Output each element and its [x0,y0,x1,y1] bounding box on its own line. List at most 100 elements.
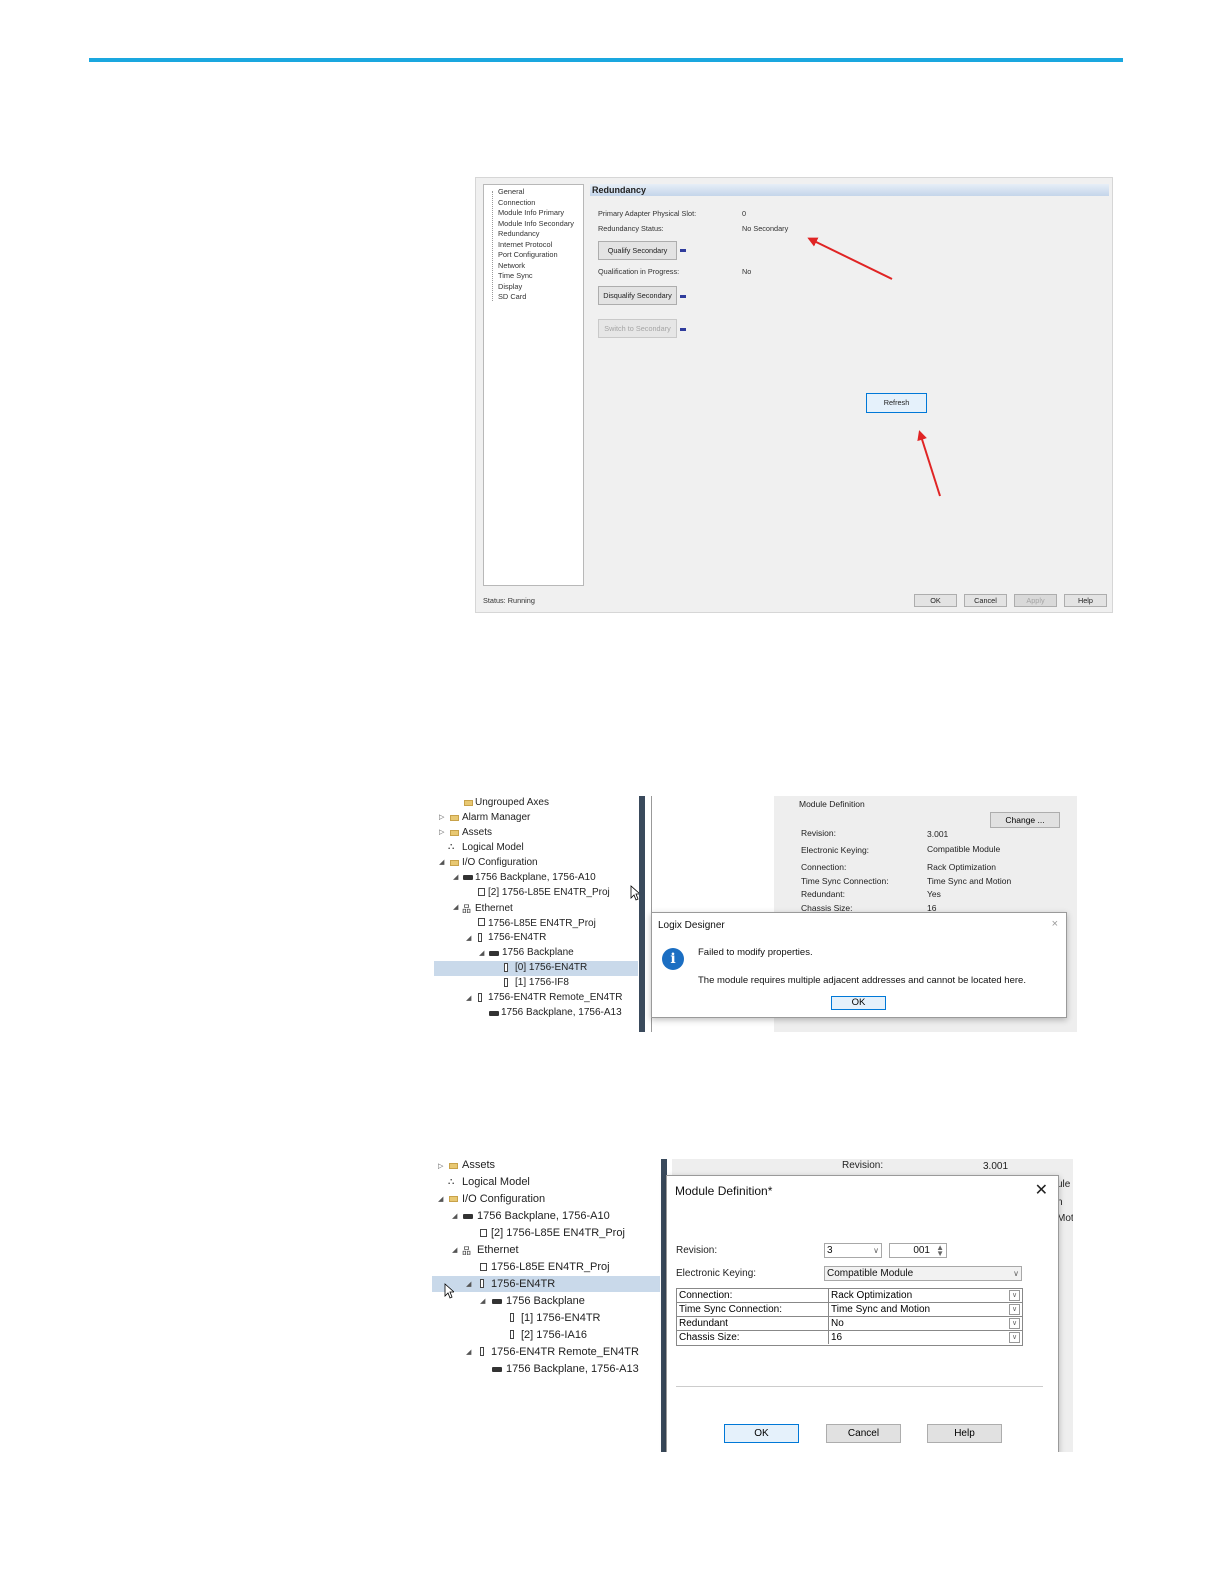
tree-assets[interactable]: Assets [462,827,492,838]
tree-backplane2[interactable]: 1756 Backplane [506,1295,585,1307]
module-definition-dialog: Module Definition* ✕ Revision: 3 ∨ 001 ▲… [666,1175,1059,1452]
ok-button[interactable]: OK [914,594,957,607]
tree-en4tr[interactable]: 1756-EN4TR [491,1278,555,1290]
collapse-arrow-icon[interactable]: ◢ [452,1246,457,1254]
grid-key: Connection: [679,1290,733,1301]
module-definition-title: Module Definition [799,799,865,809]
bg-fragment-3: Moti [1057,1213,1073,1224]
tree-remote-backplane[interactable]: 1756 Backplane, 1756-A13 [501,1007,622,1018]
collapse-arrow-icon[interactable]: ◢ [453,903,458,911]
collapse-arrow-icon[interactable]: ◢ [466,1280,471,1288]
tree-backplane[interactable]: 1756 Backplane, 1756-A10 [477,1210,610,1222]
tree-ungrouped-axes[interactable]: Ungrouped Axes [475,797,549,808]
collapse-arrow-icon[interactable]: ◢ [439,858,444,866]
logical-model-icon: ⛬ [448,841,455,851]
dialog-divider [676,1386,1043,1387]
close-icon[interactable]: × [1052,918,1058,930]
tree-io-configuration[interactable]: I/O Configuration [462,1193,545,1205]
connection-value: Rack Optimization [927,862,996,872]
header-accent-rule [89,58,1123,62]
tree-logical-model[interactable]: Logical Model [462,842,524,853]
tree-remote-backplane[interactable]: 1756 Backplane, 1756-A13 [506,1363,639,1375]
spinner-arrows-icon[interactable]: ▲ ▼ [936,1244,944,1258]
folder-icon [450,860,459,866]
tree-remote[interactable]: 1756-EN4TR Remote_EN4TR [488,992,623,1003]
cancel-button[interactable]: Cancel [964,594,1007,607]
controller-icon [478,888,485,896]
folder-icon [450,830,459,836]
collapse-arrow-icon[interactable]: ◢ [480,1297,485,1305]
expand-arrow-icon[interactable]: ▷ [438,1162,443,1170]
timesync-value: Time Sync and Motion [927,876,1012,886]
tree-ethernet[interactable]: Ethernet [477,1244,519,1256]
chevron-down-icon[interactable]: ∨ [1009,1290,1020,1301]
tree-slot2[interactable]: [2] 1756-IA16 [521,1329,587,1341]
collapse-arrow-icon[interactable]: ◢ [479,949,484,957]
expand-arrow-icon[interactable]: ▷ [439,828,444,836]
collapse-arrow-icon[interactable]: ◢ [452,1212,457,1220]
module-icon [478,993,482,1002]
bg-revision-label: Revision: [842,1160,884,1171]
folder-icon [464,800,473,806]
collapse-arrow-icon[interactable]: ◢ [453,873,458,881]
tree-alarm-manager[interactable]: Alarm Manager [462,812,530,823]
module-definition-screenshot: ▷ Assets ⛬ Logical Model ◢ I/O Configura… [432,1159,1073,1452]
change-button[interactable]: Change ... [990,812,1060,828]
revision-minor-spinner[interactable]: 001 ▲ ▼ [889,1243,947,1258]
revision-major-select[interactable]: 3 ∨ [824,1243,882,1258]
close-icon[interactable]: ✕ [1035,1180,1048,1200]
grid-value[interactable]: No [828,1317,1011,1330]
controller-icon [480,1229,487,1237]
revision-label: Revision: [801,828,836,838]
bg-revision-value: 3.001 [983,1161,1009,1172]
ok-button[interactable]: OK [724,1424,799,1443]
collapse-arrow-icon[interactable]: ◢ [466,1348,471,1356]
grid-value[interactable]: Rack Optimization [828,1289,1011,1302]
grid-value[interactable]: Time Sync and Motion [828,1303,1011,1316]
backplane-icon [492,1299,502,1304]
folder-icon [449,1196,458,1202]
redundant-value: Yes [927,889,941,899]
keying-select[interactable]: Compatible Module ∨ [824,1266,1022,1281]
tree-remote[interactable]: 1756-EN4TR Remote_EN4TR [491,1346,639,1358]
tree-ethernet[interactable]: Ethernet [475,903,513,914]
ethernet-icon: 品 [462,1246,472,1256]
tree-controller-slot[interactable]: [2] 1756-L85E EN4TR_Proj [491,1227,625,1239]
dialog-ok-button[interactable]: OK [831,996,886,1010]
tree-slot1[interactable]: [1] 1756-IF8 [515,977,569,988]
collapse-arrow-icon[interactable]: ◢ [466,934,471,942]
tree-controller-slot[interactable]: [2] 1756-L85E EN4TR_Proj [488,887,610,898]
tree-backplane[interactable]: 1756 Backplane, 1756-A10 [475,872,596,883]
status-text: Status: Running [483,596,535,605]
help-button[interactable]: Help [927,1424,1002,1443]
chevron-down-icon[interactable]: ∨ [1009,1332,1020,1343]
tree-backplane2[interactable]: 1756 Backplane [502,947,574,958]
tree-controller-eth[interactable]: 1756-L85E EN4TR_Proj [488,918,596,929]
tree-controller-eth[interactable]: 1756-L85E EN4TR_Proj [491,1261,610,1273]
status-callout-arrow [807,237,893,280]
tree-assets[interactable]: Assets [462,1159,495,1171]
callout-arrows [807,237,941,497]
revision-minor-value: 001 [913,1245,930,1256]
chevron-down-icon[interactable]: ∨ [1009,1304,1020,1315]
collapse-arrow-icon[interactable]: ◢ [466,994,471,1002]
collapse-arrow-icon[interactable]: ◢ [438,1195,443,1203]
mouse-cursor-icon [444,1283,454,1299]
tree-en4tr[interactable]: 1756-EN4TR [488,932,546,943]
tree-slot0[interactable]: [0] 1756-EN4TR [515,962,587,973]
tree-io-configuration[interactable]: I/O Configuration [462,857,538,868]
tree-logical-model[interactable]: Logical Model [462,1176,530,1188]
revision-label: Revision: [676,1245,718,1256]
apply-button[interactable]: Apply [1014,594,1057,607]
pane-splitter[interactable] [639,796,645,1032]
backplane-icon [492,1367,502,1372]
tree-slot1[interactable]: [1] 1756-EN4TR [521,1312,600,1324]
error-message-title: Failed to modify properties. [698,947,813,958]
grid-value[interactable]: 16 [828,1331,1011,1344]
expand-arrow-icon[interactable]: ▷ [439,813,444,821]
chevron-down-icon[interactable]: ∨ [1009,1318,1020,1329]
cancel-button[interactable]: Cancel [826,1424,901,1443]
chevron-down-icon: ∨ [873,1246,879,1255]
help-button[interactable]: Help [1064,594,1107,607]
grid-row-time-sync: Time Sync Connection: Time Sync and Moti… [677,1303,1022,1317]
